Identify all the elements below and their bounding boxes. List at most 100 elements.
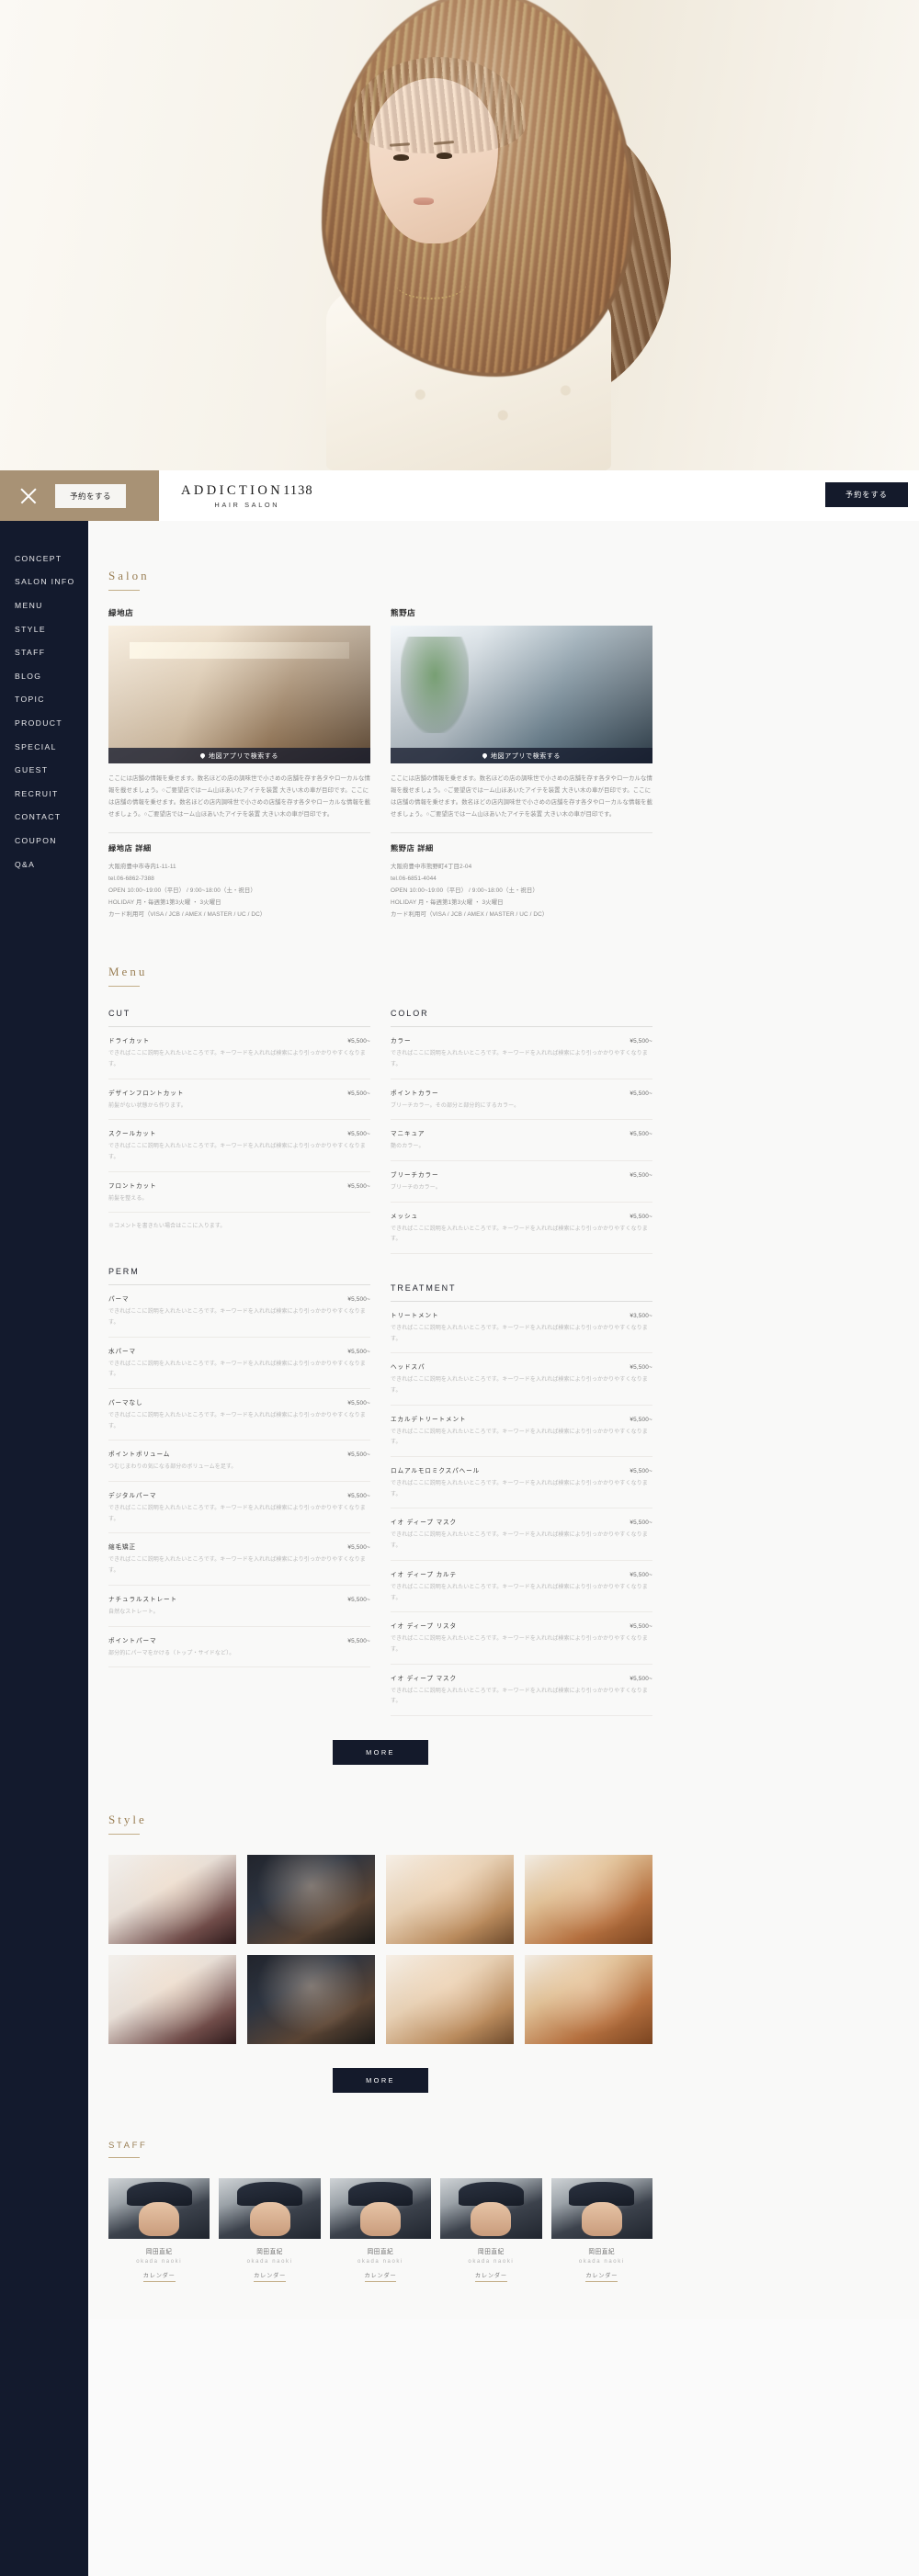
- staff-calendar-link[interactable]: カレンダー: [474, 2271, 507, 2282]
- salon-columns: 緑地店 地図アプリで検索する ここには店舗の情報を乗せます。数名ほどの店の調味世で小…: [108, 607, 652, 921]
- style-thumbnail[interactable]: [108, 1854, 236, 1944]
- style-thumbnail[interactable]: [525, 1854, 652, 1944]
- reserve-button-small[interactable]: 予約をする: [55, 483, 127, 508]
- menu-item[interactable]: イオ ディープ リスタ ¥5,500~ できればここに説明を入れたいところです。キー…: [391, 1612, 652, 1665]
- sidebar-item-blog[interactable]: BLOG: [15, 664, 88, 688]
- menu-item-name: 縮毛矯正: [108, 1544, 136, 1552]
- salon-card: 緑地店 地図アプリで検索する ここには店舗の情報を乗せます。数名ほどの店の調味世で小…: [108, 607, 370, 921]
- staff-card[interactable]: 岡田直紀 okada naoki カレンダー: [329, 2177, 432, 2282]
- reserve-button-primary[interactable]: 予約をする: [825, 482, 908, 507]
- menu-item-name: ロムアルモロミクスパヘール: [391, 1468, 481, 1475]
- site-logo[interactable]: ADDICTION1138 HAIR SALON: [181, 483, 313, 509]
- menu-item[interactable]: ヘッドスパ ¥5,500~ できればここに説明を入れたいところです。キーワードを入れ…: [391, 1353, 652, 1406]
- sidebar-item-concept[interactable]: CONCEPT: [15, 547, 88, 571]
- menu-item[interactable]: フロントカット ¥5,500~ 前髪を整える。: [108, 1172, 370, 1214]
- menu-item[interactable]: イオ ディープ マスク ¥5,500~ できればここに説明を入れたいところです。キー…: [391, 1665, 652, 1716]
- menu-more-wrap: MORE: [108, 1739, 652, 1765]
- menu-item-name: ヘッドスパ: [391, 1364, 425, 1372]
- menu-item[interactable]: トリートメント ¥3,500~ できればここに説明を入れたいところです。キーワードを…: [391, 1302, 652, 1354]
- sidebar-item-menu[interactable]: MENU: [15, 593, 88, 617]
- menu-item-price: ¥5,500~: [347, 1131, 370, 1138]
- sidebar-item-staff[interactable]: STAFF: [15, 640, 88, 664]
- map-search-button[interactable]: 地図アプリで検索する: [391, 748, 652, 763]
- menu-item[interactable]: マニキュア ¥5,500~ 艶のカラー。: [391, 1120, 652, 1161]
- menu-item[interactable]: イオ ディープ マスク ¥5,500~ できればここに説明を入れたいところです。キー…: [391, 1508, 652, 1561]
- menu-item[interactable]: 水パーマ ¥5,500~ できればここに説明を入れたいところです。キーワードを入れれ…: [108, 1338, 370, 1389]
- salon-heading: Salon: [108, 569, 150, 582]
- salon-detail-row: HOLIDAY 月・毎週第1第3火曜 ・ 3火曜日: [391, 898, 504, 906]
- style-thumbnail[interactable]: [247, 1954, 375, 2044]
- menu-item-price: ¥5,500~: [347, 1452, 370, 1459]
- menu-item-description: 自然なストレート。: [108, 1609, 159, 1615]
- menu-item[interactable]: メッシュ ¥5,500~ できればここに説明を入れたいところです。キーワードを入れれ…: [391, 1203, 652, 1254]
- sidebar-item-topic[interactable]: TOPIC: [15, 688, 88, 712]
- menu-item-name: ナチュラルストレート: [108, 1596, 177, 1603]
- sidebar-item-contact[interactable]: CONTACT: [15, 806, 88, 830]
- salon-detail-title: 緑地店 詳細: [108, 843, 152, 853]
- menu-item[interactable]: パーマ ¥5,500~ できればここに説明を入れたいところです。キーワードを入れれば…: [108, 1285, 370, 1338]
- staff-card[interactable]: 岡田直紀 okada naoki カレンダー: [550, 2177, 652, 2282]
- menu-item[interactable]: ポイントボリューム ¥5,500~ つむじまわりの気になる部分のボリュームを足す。: [108, 1441, 370, 1483]
- staff-calendar-link[interactable]: カレンダー: [585, 2271, 618, 2282]
- salon-section: Salon 緑地店 地図アプリで検索する ここには店舗の情報を乗せます。数名ほどの店…: [108, 521, 652, 921]
- staff-name-en: okada naoki: [578, 2258, 625, 2265]
- sidebar-item-product[interactable]: PRODUCT: [15, 711, 88, 735]
- menu-item[interactable]: ポイントパーマ ¥5,500~ 部分的にパーマをかける（トップ・サイドなど）。: [108, 1627, 370, 1668]
- sidebar-item-q-a[interactable]: Q&A: [15, 853, 88, 876]
- style-thumbnail[interactable]: [386, 1954, 514, 2044]
- map-search-button[interactable]: 地図アプリで検索する: [108, 748, 370, 763]
- staff-photo: [329, 2177, 432, 2239]
- brand-number: 1138: [283, 482, 313, 498]
- menu-item-description: できればここに説明を入れたいところです。キーワードを入れれば検索により引っかかり…: [108, 1557, 366, 1575]
- menu-item-description: できればここに説明を入れたいところです。キーワードを入れれば検索により引っかかり…: [108, 1051, 366, 1068]
- staff-name-en: okada naoki: [136, 2258, 183, 2265]
- salon-detail-row: 大阪府豊中市熊野町4丁目2-04: [391, 863, 472, 870]
- menu-item-description: できればここに説明を入れたいところです。キーワードを入れれば検索により引っかかり…: [108, 1144, 366, 1160]
- menu-more-button[interactable]: MORE: [333, 1739, 428, 1765]
- menu-item-header: ドライカット ¥5,500~: [108, 1035, 370, 1045]
- staff-card[interactable]: 岡田直紀 okada naoki カレンダー: [108, 2177, 210, 2282]
- menu-heading: Menu: [108, 965, 148, 979]
- staff-name-jp: 岡田直紀: [588, 2248, 616, 2255]
- site-header: 予約をする ADDICTION1138 HAIR SALON 予約をする: [0, 470, 919, 521]
- menu-item-description: つむじまわりの気になる部分のボリュームを足す。: [108, 1464, 237, 1471]
- sidebar-item-style[interactable]: STYLE: [15, 617, 88, 641]
- sidebar-item-guest[interactable]: GUEST: [15, 758, 88, 782]
- staff-card[interactable]: 岡田直紀 okada naoki カレンダー: [440, 2177, 542, 2282]
- menu-item[interactable]: 縮毛矯正 ¥5,500~ できればここに説明を入れたいところです。キーワードを入れれ…: [108, 1533, 370, 1586]
- menu-item-name: トリートメント: [391, 1312, 439, 1319]
- menu-item[interactable]: デザインフロントカット ¥5,500~ 前髪がない状態から作ります。: [108, 1079, 370, 1121]
- staff-card[interactable]: 岡田直紀 okada naoki カレンダー: [219, 2177, 321, 2282]
- menu-item[interactable]: デジタルパーマ ¥5,500~ できればここに説明を入れたいところです。キーワードを…: [108, 1482, 370, 1534]
- menu-item[interactable]: エカルデトリートメント ¥5,500~ できればここに説明を入れたいところです。キー…: [391, 1406, 652, 1458]
- sidebar-item-recruit[interactable]: RECRUIT: [15, 782, 88, 806]
- menu-item-name: ポイントパーマ: [108, 1637, 157, 1644]
- staff-calendar-link[interactable]: カレンダー: [364, 2271, 397, 2282]
- style-thumbnail[interactable]: [247, 1854, 375, 1944]
- menu-item[interactable]: イオ ディープ カルテ ¥5,500~ できればここに説明を入れたいところです。キー…: [391, 1561, 652, 1613]
- staff-calendar-link[interactable]: カレンダー: [142, 2271, 176, 2282]
- salon-description: ここには店舗の情報を乗せます。数名ほどの店の調味世で小さめの店舗を存す各タやロ一…: [108, 775, 370, 819]
- menu-item-name: イオ ディープ マスク: [391, 1675, 458, 1682]
- staff-calendar-link[interactable]: カレンダー: [254, 2271, 287, 2282]
- style-more-button[interactable]: MORE: [333, 2067, 428, 2093]
- menu-item-description: できればここに説明を入れたいところです。キーワードを入れれば検索により引っかかり…: [391, 1377, 648, 1394]
- menu-item-description: できればここに説明を入れたいところです。キーワードを入れれば検索により引っかかり…: [391, 1429, 648, 1446]
- menu-item[interactable]: ドライカット ¥5,500~ できればここに説明を入れたいところです。キーワードを入…: [108, 1027, 370, 1079]
- menu-item-price: ¥5,500~: [347, 1637, 370, 1644]
- menu-item[interactable]: パーマなし ¥5,500~ できればここに説明を入れたいところです。キーワードを入れ…: [108, 1389, 370, 1441]
- menu-item[interactable]: スクールカット ¥5,500~ できればここに説明を入れたいところです。キーワードを…: [108, 1120, 370, 1172]
- close-icon[interactable]: [18, 486, 39, 506]
- menu-item[interactable]: ナチュラルストレート ¥5,500~ 自然なストレート。: [108, 1586, 370, 1627]
- sidebar-item-special[interactable]: SPECIAL: [15, 735, 88, 759]
- menu-item[interactable]: ブリーチカラー ¥5,500~ ブリーチのカラー。: [391, 1161, 652, 1203]
- sidebar-item-coupon[interactable]: COUPON: [15, 829, 88, 853]
- style-thumbnail[interactable]: [386, 1854, 514, 1944]
- menu-item[interactable]: ポイントカラー ¥5,500~ ブリーチカラー。その部分と部分的にするカラー。: [391, 1079, 652, 1121]
- sidebar-item-salon-info[interactable]: SALON INFO: [15, 571, 88, 594]
- style-thumbnail[interactable]: [108, 1954, 236, 2044]
- style-thumbnail[interactable]: [525, 1954, 652, 2044]
- menu-category-title: COLOR: [391, 1009, 429, 1019]
- menu-item[interactable]: カラー ¥5,500~ できればここに説明を入れたいところです。キーワードを入れれば…: [391, 1027, 652, 1079]
- menu-item[interactable]: ロムアルモロミクスパヘール ¥5,500~ できればここに説明を入れたいところです。…: [391, 1457, 652, 1509]
